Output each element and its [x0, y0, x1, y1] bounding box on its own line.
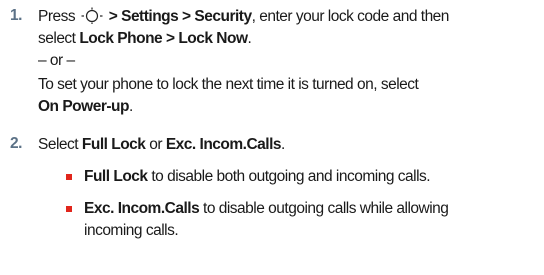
bullet-item-2-continuation: incoming calls. [84, 222, 179, 239]
or-separator: – or – [38, 52, 75, 69]
period: . [128, 98, 133, 115]
step-1-line-5: On Power-up. [38, 97, 133, 117]
step-1-line-2: select Lock Phone > Lock Now. [38, 29, 252, 49]
bullet-text: to disable both outgoing and incoming ca… [147, 168, 431, 185]
navigation-key-icon [80, 7, 104, 24]
or-text: or [145, 136, 166, 153]
select-text: select [38, 30, 80, 47]
instruction-text: , enter your lock code and then [251, 8, 450, 25]
bullet-marker [66, 206, 72, 212]
step-2-line-1: Select Full Lock or Exc. Incom.Calls. [38, 135, 285, 155]
option-name: Full Lock [84, 168, 148, 185]
step-number: 1. [10, 7, 22, 24]
option-name: On Power-up [38, 98, 129, 115]
bullet-item-2: Exc. Incom.Calls to disable outgoing cal… [84, 199, 449, 219]
press-text: Press [38, 8, 79, 25]
step-number: 2. [10, 135, 22, 152]
period: . [281, 136, 285, 153]
menu-path: Lock Phone > Lock Now [79, 30, 248, 47]
option-name: Exc. Incom.Calls [84, 200, 200, 217]
step-1-line-1: Press > Settings > Security, enter your … [38, 7, 449, 27]
bullet-text: to disable outgoing calls while allowing [199, 200, 449, 217]
bullet-marker [66, 174, 72, 180]
period: . [247, 30, 252, 47]
option-name: Full Lock [81, 136, 146, 153]
select-text: Select [38, 136, 82, 153]
option-name: Exc. Incom.Calls [165, 136, 282, 153]
bullet-item-1: Full Lock to disable both outgoing and i… [84, 167, 431, 187]
menu-path: > Settings > Security [104, 8, 252, 25]
step-1-line-4: To set your phone to lock the next time … [38, 76, 419, 93]
